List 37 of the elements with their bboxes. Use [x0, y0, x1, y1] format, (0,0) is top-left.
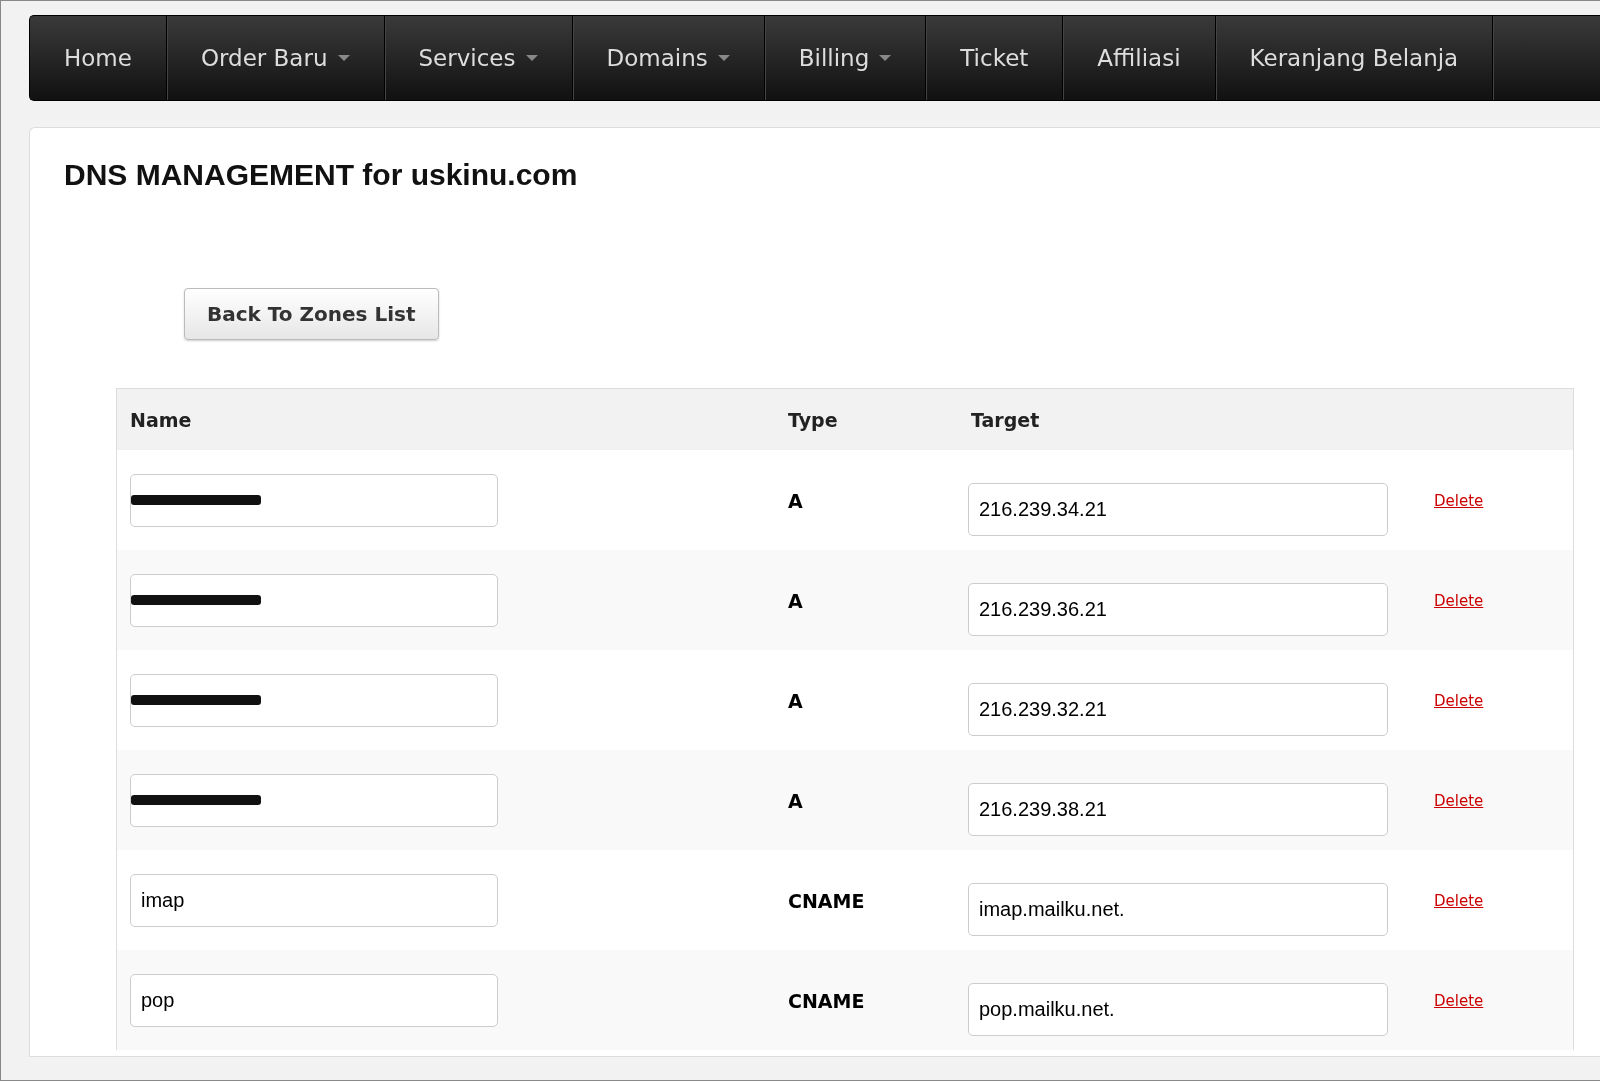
nav-tab[interactable]: Home — [30, 16, 167, 100]
back-button[interactable]: Back To Zones List — [184, 288, 439, 340]
name-field[interactable] — [130, 474, 498, 527]
column-header: Target — [971, 408, 1040, 431]
record-type: CNAME — [788, 990, 865, 1012]
record-type: A — [788, 590, 803, 612]
target-field[interactable]: 216.239.36.21 — [968, 583, 1388, 636]
target-field[interactable]: pop.mailku.net. — [968, 983, 1388, 1036]
name-field[interactable]: pop — [130, 974, 498, 1027]
page-title: DNS MANAGEMENT for uskinu.com — [64, 158, 578, 192]
nav-tab[interactable]: Domains — [572, 16, 765, 100]
name-field[interactable] — [130, 574, 498, 627]
name-field[interactable]: imap — [130, 874, 498, 927]
nav-tab[interactable]: Billing — [764, 16, 927, 100]
delete-link[interactable]: Delete — [1434, 792, 1484, 810]
record-type: A — [788, 690, 803, 712]
nav-tab[interactable]: Affiliasi — [1063, 16, 1216, 100]
delete-link[interactable]: Delete — [1434, 592, 1484, 610]
target-field[interactable]: imap.mailku.net. — [968, 883, 1388, 936]
name-field[interactable] — [130, 674, 498, 727]
column-header: Type — [788, 408, 838, 431]
delete-link[interactable]: Delete — [1434, 692, 1484, 710]
nav-tab[interactable]: Keranjang Belanja — [1215, 16, 1494, 100]
target-field[interactable]: 216.239.32.21 — [968, 683, 1388, 736]
column-header: Name — [130, 408, 192, 431]
target-field[interactable]: 216.239.34.21 — [968, 483, 1388, 536]
delete-link[interactable]: Delete — [1434, 992, 1484, 1010]
name-field[interactable] — [130, 774, 498, 827]
record-type: CNAME — [788, 890, 865, 912]
delete-link[interactable]: Delete — [1434, 492, 1484, 510]
nav-tab[interactable]: Services — [384, 16, 573, 100]
nav-tab[interactable]: Ticket — [926, 16, 1064, 100]
target-field[interactable]: 216.239.38.21 — [968, 783, 1388, 836]
nav-tab[interactable]: Order Baru — [166, 16, 385, 100]
delete-link[interactable]: Delete — [1434, 892, 1484, 910]
record-type: A — [788, 490, 803, 512]
record-type: A — [788, 790, 803, 812]
